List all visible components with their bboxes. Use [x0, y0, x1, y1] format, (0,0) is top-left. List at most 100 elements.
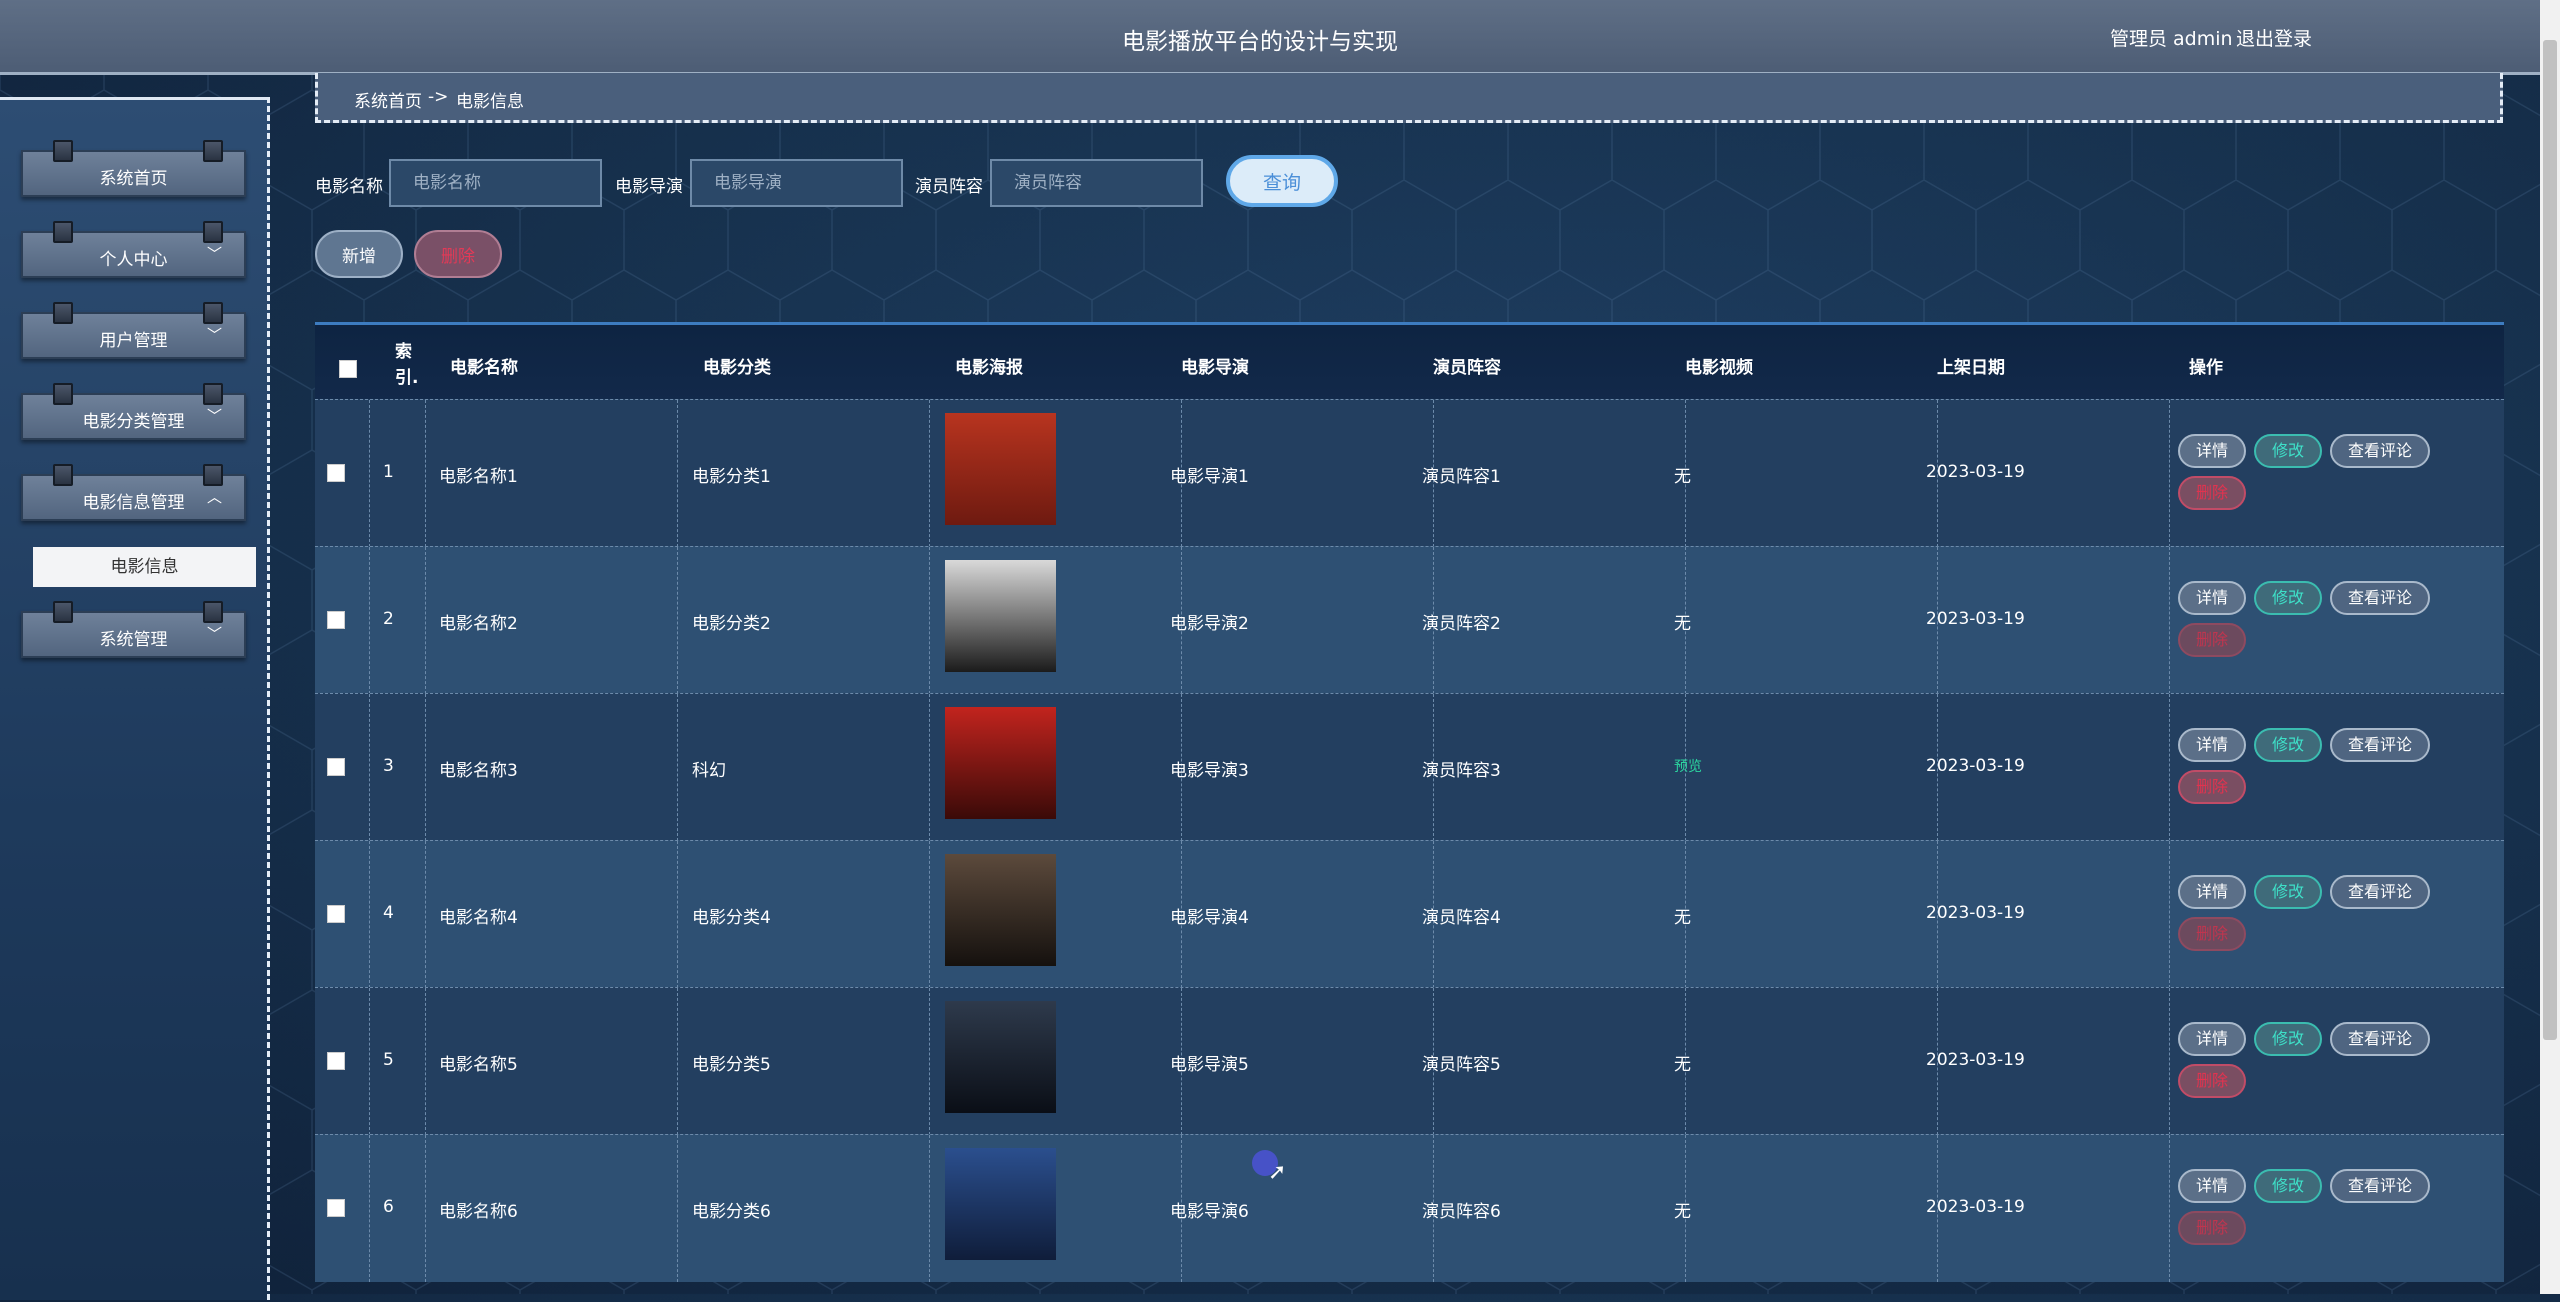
select-all-checkbox[interactable] — [339, 360, 357, 378]
row-video: 无 — [1674, 467, 1691, 487]
cell-divider — [425, 1135, 426, 1282]
sidebar-item-1[interactable]: 个人中心 ﹀ — [21, 221, 246, 278]
view-comments-button[interactable]: 查看评论 — [2330, 1022, 2430, 1056]
delete-button[interactable]: 删除 — [2178, 1211, 2246, 1245]
clip-icon — [203, 221, 223, 243]
clip-icon — [203, 601, 223, 623]
edit-button[interactable]: 修改 — [2254, 875, 2322, 909]
row-category: 电影分类4 — [692, 908, 771, 928]
row-checkbox[interactable] — [327, 464, 345, 482]
movie-name-input[interactable] — [389, 159, 602, 207]
table-header: 索 引. 电影名称 电影分类 电影海报 电影导演 演员阵容 电影视频 上架日期 … — [315, 322, 2504, 402]
row-cast: 演员阵容4 — [1422, 908, 1501, 928]
row-date: 2023-03-19 — [1926, 756, 2025, 776]
view-comments-button[interactable]: 查看评论 — [2330, 728, 2430, 762]
edit-button[interactable]: 修改 — [2254, 728, 2322, 762]
movie-table: 索 引. 电影名称 电影分类 电影海报 电影导演 演员阵容 电影视频 上架日期 … — [315, 322, 2504, 1302]
edit-button[interactable]: 修改 — [2254, 1022, 2322, 1056]
row-checkbox[interactable] — [327, 905, 345, 923]
sidebar-item-5[interactable]: 系统管理 ﹀ — [21, 601, 246, 658]
detail-button[interactable]: 详情 — [2178, 434, 2246, 468]
movie-poster[interactable] — [945, 1148, 1056, 1260]
row-category: 电影分类6 — [692, 1202, 771, 1222]
edit-button[interactable]: 修改 — [2254, 434, 2322, 468]
movie-poster[interactable] — [945, 1001, 1056, 1113]
breadcrumb-home[interactable]: 系统首页 — [354, 87, 422, 112]
row-director: 电影导演3 — [1170, 761, 1249, 781]
detail-button[interactable]: 详情 — [2178, 1169, 2246, 1203]
row-index: 6 — [383, 1197, 394, 1217]
view-comments-button[interactable]: 查看评论 — [2330, 875, 2430, 909]
row-index: 5 — [383, 1050, 394, 1070]
page-scrollbar[interactable] — [2540, 0, 2560, 1294]
cell-divider — [369, 841, 370, 988]
row-video: 无 — [1674, 1055, 1691, 1075]
row-movie-name: 电影名称2 — [439, 614, 518, 634]
chevron-icon: ﹀ — [207, 625, 223, 643]
submenu-item-movie-info[interactable]: 电影信息 — [33, 547, 256, 587]
cast-input[interactable] — [990, 159, 1203, 207]
row-checkbox[interactable] — [327, 1199, 345, 1217]
user-info: 管理员 admin — [2110, 28, 2233, 50]
row-movie-name: 电影名称3 — [439, 761, 518, 781]
movie-poster[interactable] — [945, 707, 1056, 819]
delete-button[interactable]: 删除 — [2178, 623, 2246, 657]
row-director: 电影导演2 — [1170, 614, 1249, 634]
sidebar-item-0[interactable]: 系统首页 — [21, 140, 246, 197]
row-checkbox[interactable] — [327, 1052, 345, 1070]
row-video: 无 — [1674, 908, 1691, 928]
row-cast: 演员阵容1 — [1422, 467, 1501, 487]
header-index-line1: 索 — [395, 342, 412, 362]
cell-divider — [677, 1135, 678, 1282]
detail-button[interactable]: 详情 — [2178, 581, 2246, 615]
director-input[interactable] — [690, 159, 903, 207]
cell-divider — [929, 1135, 930, 1282]
logout-link[interactable]: 退出登录 — [2236, 24, 2312, 51]
row-cast: 演员阵容2 — [1422, 614, 1501, 634]
row-date: 2023-03-19 — [1926, 609, 2025, 629]
sidebar-item-4[interactable]: 电影信息管理 ︿ — [21, 464, 246, 521]
delete-button[interactable]: 删除 — [2178, 917, 2246, 951]
row-director: 电影导演1 — [1170, 467, 1249, 487]
view-comments-button[interactable]: 查看评论 — [2330, 434, 2430, 468]
detail-button[interactable]: 详情 — [2178, 1022, 2246, 1056]
detail-button[interactable]: 详情 — [2178, 728, 2246, 762]
video-preview-link[interactable]: 预览 — [1674, 756, 1702, 776]
clip-icon — [53, 383, 73, 405]
header-operations: 操作 — [2189, 358, 2223, 378]
clip-icon — [53, 140, 73, 162]
row-cast: 演员阵容5 — [1422, 1055, 1501, 1075]
row-checkbox[interactable] — [327, 758, 345, 776]
cell-divider — [2169, 547, 2170, 694]
clip-icon — [203, 383, 223, 405]
delete-button[interactable]: 删除 — [2178, 476, 2246, 510]
chevron-icon: ﹀ — [207, 245, 223, 263]
scroll-thumb[interactable] — [2543, 40, 2557, 1040]
edit-button[interactable]: 修改 — [2254, 581, 2322, 615]
row-checkbox[interactable] — [327, 611, 345, 629]
delete-button[interactable]: 删除 — [2178, 770, 2246, 804]
cell-divider — [425, 841, 426, 988]
cell-divider — [369, 694, 370, 841]
row-index: 4 — [383, 903, 394, 923]
cell-divider — [677, 400, 678, 547]
query-button[interactable]: 查询 — [1226, 155, 1338, 207]
view-comments-button[interactable]: 查看评论 — [2330, 581, 2430, 615]
sidebar-item-3[interactable]: 电影分类管理 ﹀ — [21, 383, 246, 440]
row-director: 电影导演5 — [1170, 1055, 1249, 1075]
movie-poster[interactable] — [945, 854, 1056, 966]
batch-delete-button[interactable]: 删除 — [414, 230, 502, 278]
edit-button[interactable]: 修改 — [2254, 1169, 2322, 1203]
sidebar-item-2[interactable]: 用户管理 ﹀ — [21, 302, 246, 359]
cell-divider — [425, 988, 426, 1135]
delete-button[interactable]: 删除 — [2178, 1064, 2246, 1098]
movie-poster[interactable] — [945, 413, 1056, 525]
detail-button[interactable]: 详情 — [2178, 875, 2246, 909]
row-index: 2 — [383, 609, 394, 629]
view-comments-button[interactable]: 查看评论 — [2330, 1169, 2430, 1203]
movie-poster[interactable] — [945, 560, 1056, 672]
clip-icon — [53, 464, 73, 486]
cell-divider — [929, 988, 930, 1135]
add-button[interactable]: 新增 — [315, 230, 403, 278]
chevron-icon: ﹀ — [207, 407, 223, 425]
